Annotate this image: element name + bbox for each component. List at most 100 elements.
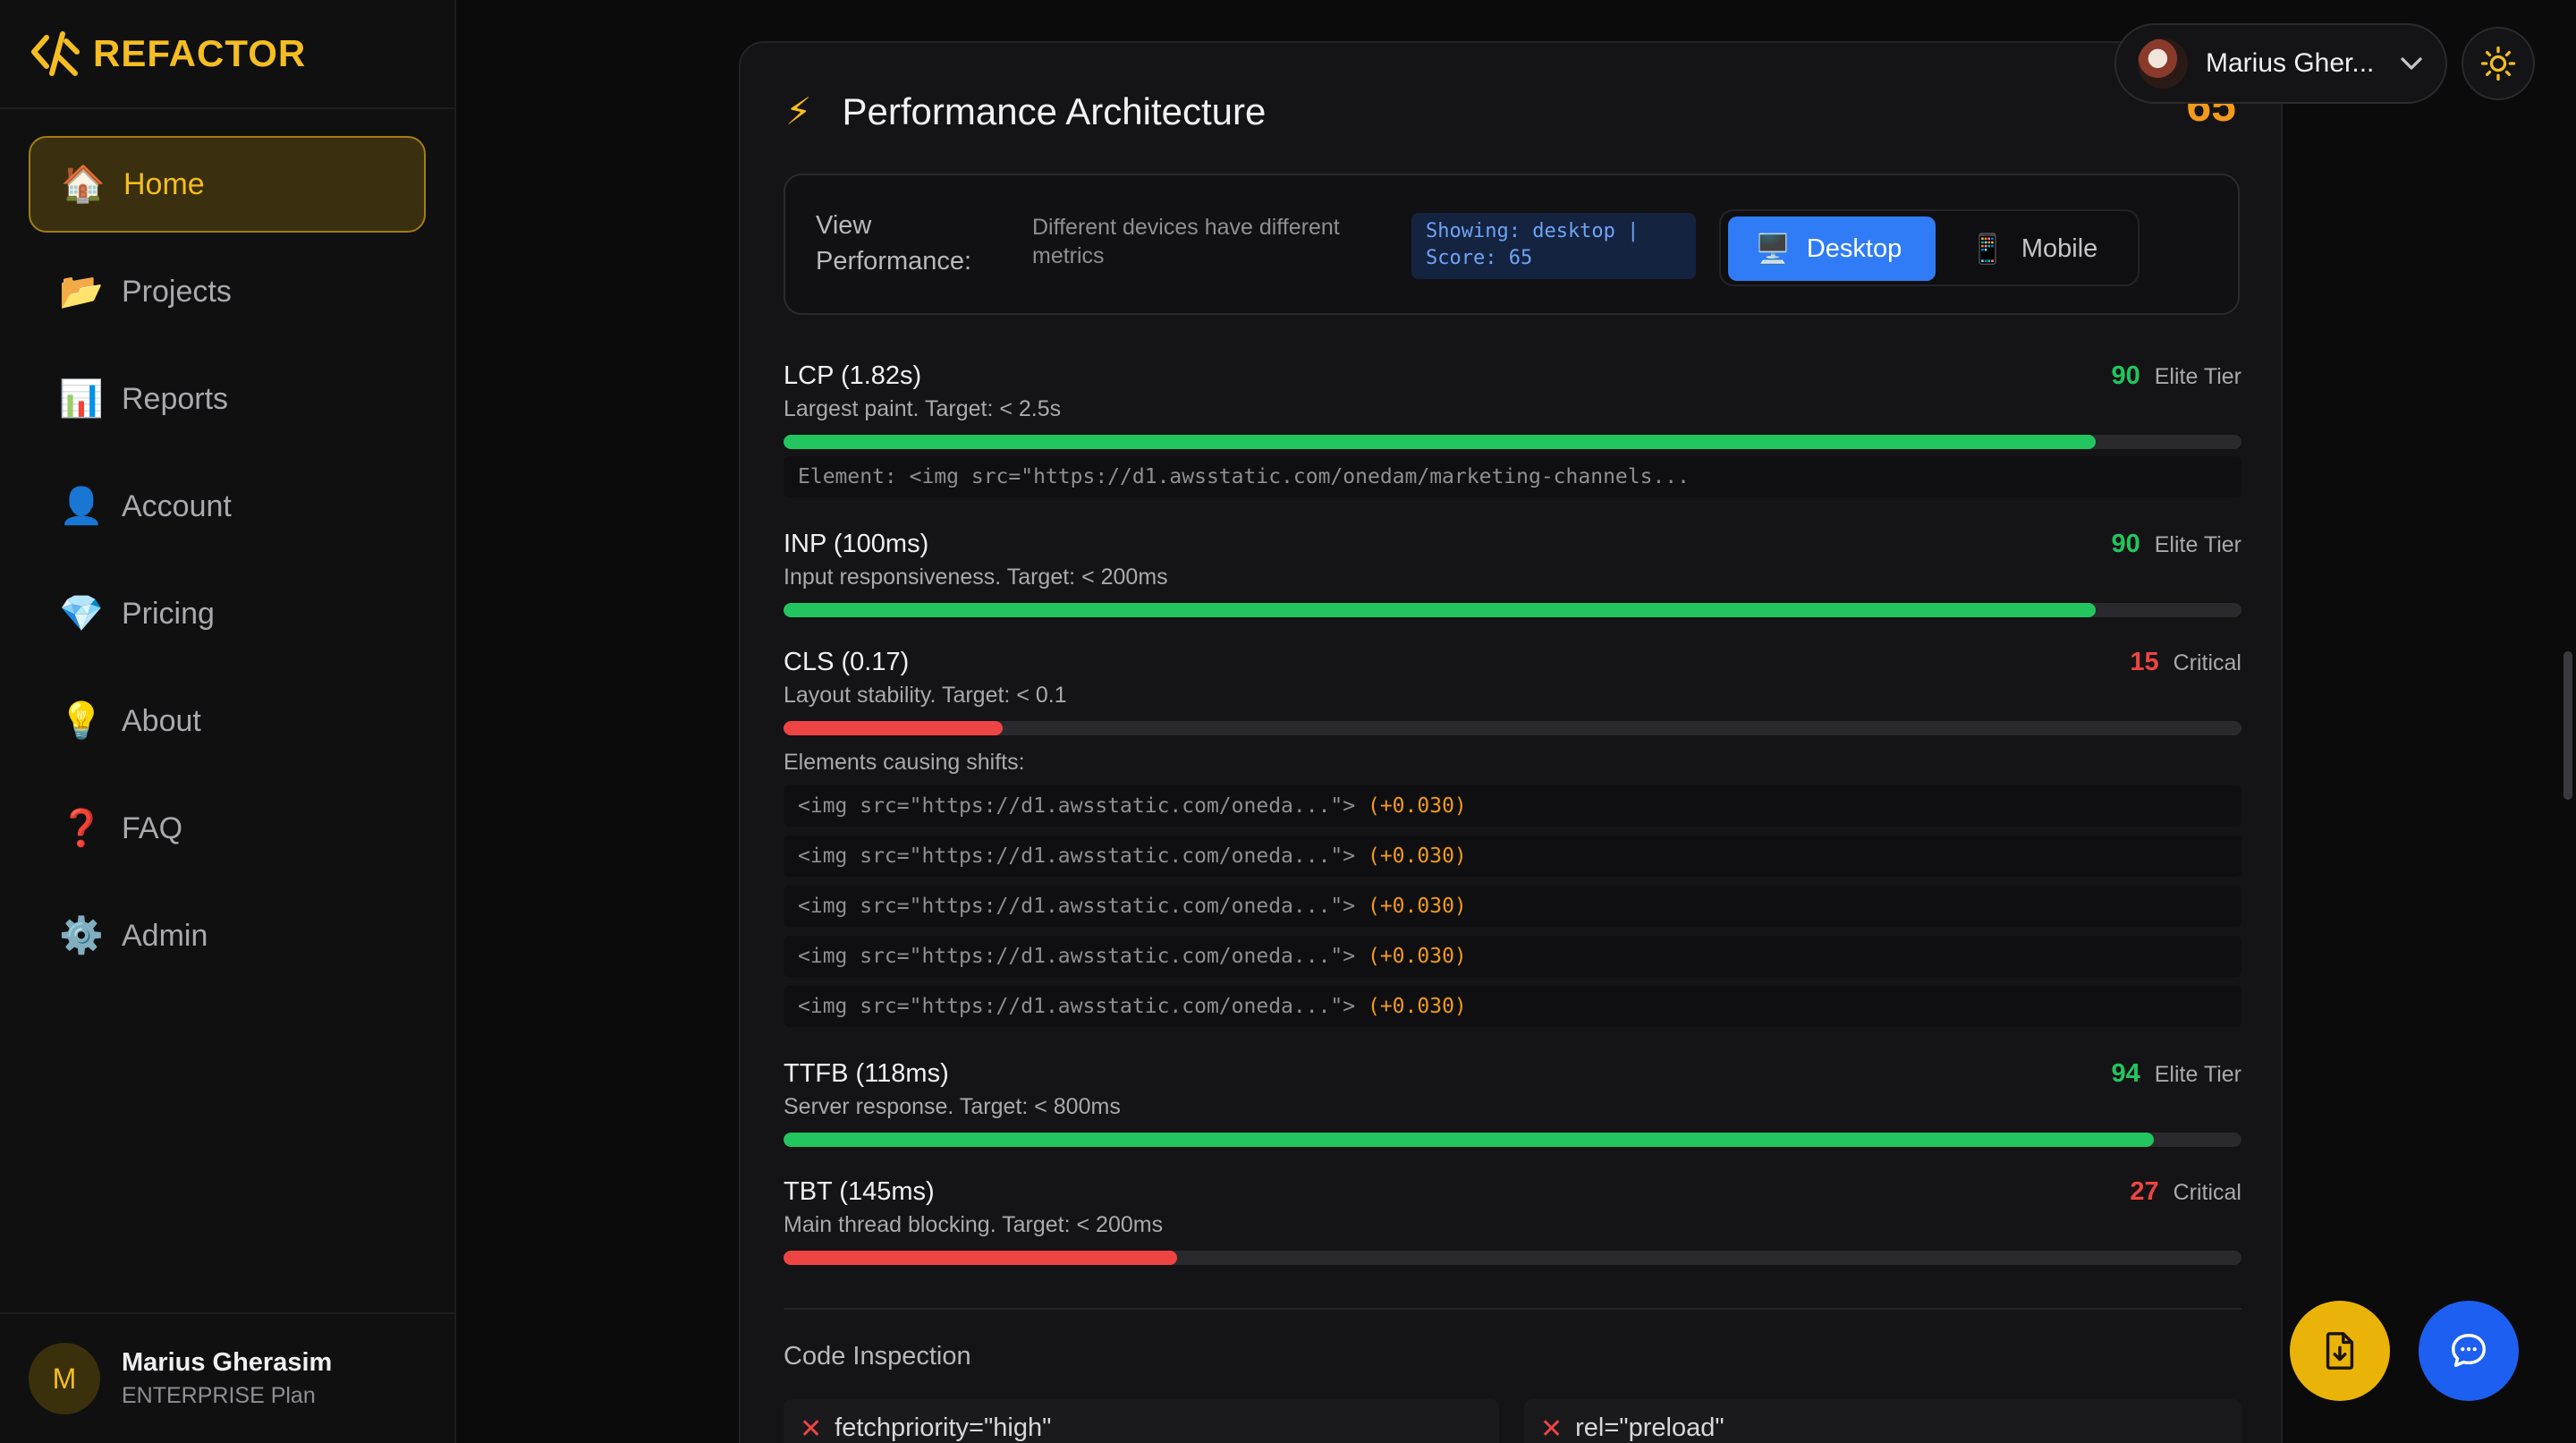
metric-progress-track xyxy=(784,1133,2241,1147)
page-scrollbar[interactable] xyxy=(2563,651,2572,800)
metric-score-value: 90 xyxy=(2111,530,2140,558)
chat-button[interactable] xyxy=(2419,1301,2519,1401)
metric-score: 90 Elite Tier xyxy=(2111,361,2241,391)
metric-progress-fill xyxy=(784,435,2096,449)
shift-delta: (+0.030) xyxy=(1367,845,1467,868)
phone-icon: 📱 xyxy=(1970,233,2005,265)
sidebar-nav: 🏠 Home 📂 Projects 📊 Reports 👤 Account 💎 … xyxy=(0,109,454,984)
sidebar-item-label: FAQ xyxy=(122,811,183,845)
lightning-icon: ⚡ xyxy=(785,90,812,132)
metric-cls: CLS (0.17) Layout stability. Target: < 0… xyxy=(784,648,2241,735)
metric-subtitle: Server response. Target: < 800ms xyxy=(784,1094,1121,1119)
metric-score-value: 27 xyxy=(2130,1177,2159,1206)
shift-delta: (+0.030) xyxy=(1367,995,1467,1018)
metric-tier: Elite Tier xyxy=(2154,364,2241,389)
code-inspection-title: Code Inspection xyxy=(784,1342,971,1371)
chat-icon xyxy=(2452,1334,2486,1368)
metric-subtitle: Largest paint. Target: < 2.5s xyxy=(784,396,1062,421)
download-report-button[interactable] xyxy=(2290,1301,2390,1401)
metric-title: TBT (145ms) xyxy=(784,1177,935,1206)
home-icon: 🏠 xyxy=(61,165,106,204)
shift-element-code: <img src="https://d1.awsstatic.com/oneda… xyxy=(784,986,2241,1027)
mobile-button[interactable]: 📱 Mobile xyxy=(1945,216,2132,281)
code-check-item: ✕ rel="preload" xyxy=(1524,1399,2241,1443)
sidebar-item-projects[interactable]: 📂 Projects xyxy=(29,243,426,340)
sidebar-user-card[interactable]: M Marius Gherasim ENTERPRISE Plan xyxy=(0,1312,454,1443)
shift-element-code: <img src="https://d1.awsstatic.com/oneda… xyxy=(784,785,2241,827)
user-menu-name: Marius Gher... xyxy=(2206,48,2375,78)
metric-subtitle: Layout stability. Target: < 0.1 xyxy=(784,683,1067,708)
sidebar-item-home[interactable]: 🏠 Home xyxy=(29,136,426,233)
sidebar-item-pricing[interactable]: 💎 Pricing xyxy=(29,565,426,662)
sidebar-item-reports[interactable]: 📊 Reports xyxy=(29,351,426,447)
monitor-icon: 🖥️ xyxy=(1755,233,1791,265)
metric-title: CLS (0.17) xyxy=(784,648,910,676)
user-name: Marius Gherasim xyxy=(122,1348,333,1377)
code-check-item: ✕ fetchpriority="high" xyxy=(784,1399,1499,1443)
sidebar-item-about[interactable]: 💡 About xyxy=(29,673,426,769)
metric-title: INP (100ms) xyxy=(784,530,929,558)
desktop-button[interactable]: 🖥️ Desktop xyxy=(1728,216,1936,281)
device-toggle: 🖥️ Desktop 📱 Mobile xyxy=(1719,209,2140,286)
user-icon: 👤 xyxy=(59,487,104,526)
sidebar-item-faq[interactable]: ❓ FAQ xyxy=(29,780,426,877)
user-menu-button[interactable]: Marius Gher... xyxy=(2114,23,2447,104)
shift-delta: (+0.030) xyxy=(1367,794,1467,818)
avatar xyxy=(2138,38,2188,89)
mobile-label: Mobile xyxy=(2021,233,2098,263)
metric-title: TTFB (118ms) xyxy=(784,1059,949,1088)
x-icon: ✕ xyxy=(1540,1414,1563,1443)
card-title: Performance Architecture xyxy=(842,89,1267,132)
metric-progress-fill xyxy=(784,1251,1178,1265)
metric-progress-fill xyxy=(784,721,1003,735)
shift-code: <img src="https://d1.awsstatic.com/oneda… xyxy=(798,794,1356,818)
lcp-element-code: Element: <img src="https://d1.awsstatic.… xyxy=(784,456,2241,497)
download-file-icon xyxy=(2326,1332,2354,1370)
avatar: M xyxy=(29,1343,100,1414)
brand[interactable]: REFACTOR xyxy=(0,0,454,109)
folder-icon: 📂 xyxy=(59,272,104,311)
performance-card: ⚡ Performance Architecture 65 View Perfo… xyxy=(739,41,2283,1443)
shift-code: <img src="https://d1.awsstatic.com/oneda… xyxy=(798,995,1356,1018)
sidebar-item-admin[interactable]: ⚙️ Admin xyxy=(29,887,426,984)
sidebar-item-label: Account xyxy=(122,488,232,523)
metric-score: 15 Critical xyxy=(2130,648,2241,677)
user-plan: ENTERPRISE Plan xyxy=(122,1383,316,1408)
chevron-down-icon xyxy=(2401,57,2422,70)
shift-element-code: <img src="https://d1.awsstatic.com/oneda… xyxy=(784,936,2241,977)
shift-element-code: <img src="https://d1.awsstatic.com/oneda… xyxy=(784,886,2241,927)
refactor-logo-icon xyxy=(31,31,80,76)
metric-lcp: LCP (1.82s) Largest paint. Target: < 2.5… xyxy=(784,361,2241,449)
sidebar-item-label: Home xyxy=(123,166,205,201)
sidebar-item-label: Projects xyxy=(122,274,232,309)
metric-inp: INP (100ms) Input responsiveness. Target… xyxy=(784,530,2241,617)
metric-progress-fill xyxy=(784,603,2096,617)
metric-progress-track xyxy=(784,603,2241,617)
shift-delta: (+0.030) xyxy=(1367,895,1467,918)
metric-progress-track xyxy=(784,1251,2241,1265)
metric-title: LCP (1.82s) xyxy=(784,361,922,390)
metric-score-value: 94 xyxy=(2111,1059,2140,1088)
metric-subtitle: Input responsiveness. Target: < 200ms xyxy=(784,564,1168,590)
sidebar: REFACTOR 🏠 Home 📂 Projects 📊 Reports 👤 A… xyxy=(0,0,456,1443)
gem-icon: 💎 xyxy=(59,594,104,633)
sidebar-item-account[interactable]: 👤 Account xyxy=(29,458,426,555)
sidebar-item-label: Reports xyxy=(122,381,229,416)
divider xyxy=(784,1308,2241,1310)
metric-tier: Elite Tier xyxy=(2154,532,2241,557)
code-check-label: rel="preload" xyxy=(1575,1413,1724,1442)
theme-toggle-button[interactable] xyxy=(2462,27,2535,100)
sidebar-item-label: About xyxy=(122,703,201,738)
metric-score: 90 Elite Tier xyxy=(2111,530,2241,559)
metric-score-value: 15 xyxy=(2130,648,2159,676)
bar-chart-icon: 📊 xyxy=(59,379,104,419)
metric-tier: Critical xyxy=(2173,1180,2241,1205)
device-score-badge: Showing: desktop | Score: 65 xyxy=(1411,213,1696,279)
x-icon: ✕ xyxy=(800,1414,823,1443)
sidebar-item-label: Pricing xyxy=(122,596,215,631)
desktop-label: Desktop xyxy=(1806,233,1902,263)
view-performance-label: View Performance: xyxy=(816,211,972,276)
shift-code: <img src="https://d1.awsstatic.com/oneda… xyxy=(798,945,1356,968)
metric-ttfb: TTFB (118ms) Server response. Target: < … xyxy=(784,1059,2241,1147)
shift-code: <img src="https://d1.awsstatic.com/oneda… xyxy=(798,845,1356,868)
